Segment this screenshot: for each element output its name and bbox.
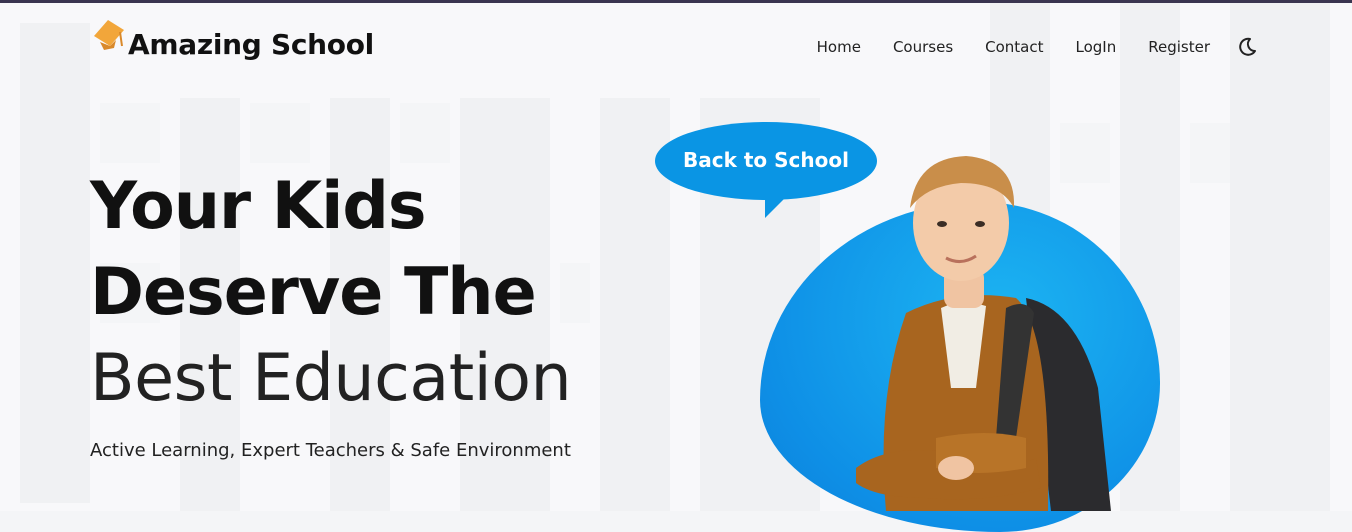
hero-title-line-3: Best Education — [90, 341, 572, 416]
hero-title-line-2: Deserve The — [90, 255, 537, 330]
nav-register[interactable]: Register — [1148, 36, 1210, 58]
moon-icon[interactable] — [1236, 36, 1258, 58]
nav-login[interactable]: LogIn — [1076, 36, 1117, 58]
speech-bubble-text: Back to School — [683, 148, 849, 172]
hero-title: Your Kids Deserve The Best Education — [90, 164, 572, 422]
main-navigation: Home Courses Contact LogIn Register — [785, 36, 1258, 58]
speech-bubble-tail — [765, 196, 787, 218]
brand-name: Amazing School — [128, 27, 374, 61]
student-image — [836, 138, 1126, 511]
site-logo[interactable]: Amazing School — [92, 10, 374, 66]
hero-tagline: Active Learning, Expert Teachers & Safe … — [90, 440, 571, 461]
nav-home[interactable]: Home — [817, 36, 861, 58]
graduation-cap-icon — [92, 18, 126, 58]
nav-contact[interactable]: Contact — [985, 36, 1043, 58]
hero-title-line-1: Your Kids — [90, 169, 427, 244]
nav-courses[interactable]: Courses — [893, 36, 953, 58]
